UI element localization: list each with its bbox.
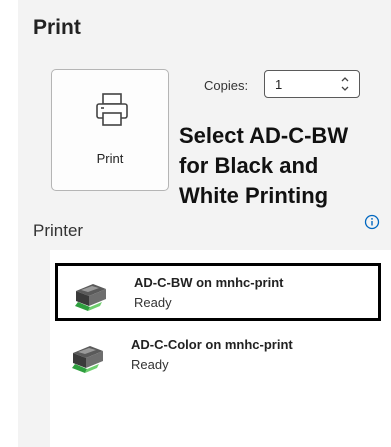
printer-status: Ready — [131, 357, 169, 372]
copies-input[interactable]: 1 — [264, 70, 360, 98]
info-icon[interactable] — [364, 214, 380, 230]
annotation-line: White Printing — [179, 183, 329, 208]
network-printer-icon — [72, 346, 103, 373]
network-printer-icon — [75, 284, 106, 311]
instruction-annotation: Select AD-C-BW for Black and White Print… — [179, 121, 391, 211]
printer-name: AD-C-Color on mnhc-print — [131, 337, 293, 352]
left-strip — [0, 0, 18, 447]
printer-name: AD-C-BW on mnhc-print — [134, 275, 284, 290]
page-title: Print — [33, 16, 81, 39]
printer-section-label: Printer — [33, 221, 84, 240]
printer-list: AD-C-BW on mnhc-print Ready AD-C-Color o… — [50, 250, 391, 447]
printer-item-ad-c-color[interactable]: AD-C-Color on mnhc-print Ready — [55, 328, 381, 386]
printer-item-ad-c-bw[interactable]: AD-C-BW on mnhc-print Ready — [55, 263, 381, 321]
printer-status: Ready — [134, 295, 172, 310]
printer-icon — [96, 93, 128, 126]
print-dialog: Print Print Copies: 1 Select AD-C-BW for… — [0, 0, 391, 447]
annotation-line: for Black and — [179, 153, 319, 178]
annotation-line: Select AD-C-BW — [179, 123, 349, 148]
copies-label: Copies: — [204, 78, 249, 93]
spinner-arrows-icon[interactable] — [339, 73, 351, 95]
print-button-label: Print — [96, 151, 124, 166]
print-button[interactable]: Print — [51, 69, 169, 191]
copies-value: 1 — [275, 77, 283, 92]
